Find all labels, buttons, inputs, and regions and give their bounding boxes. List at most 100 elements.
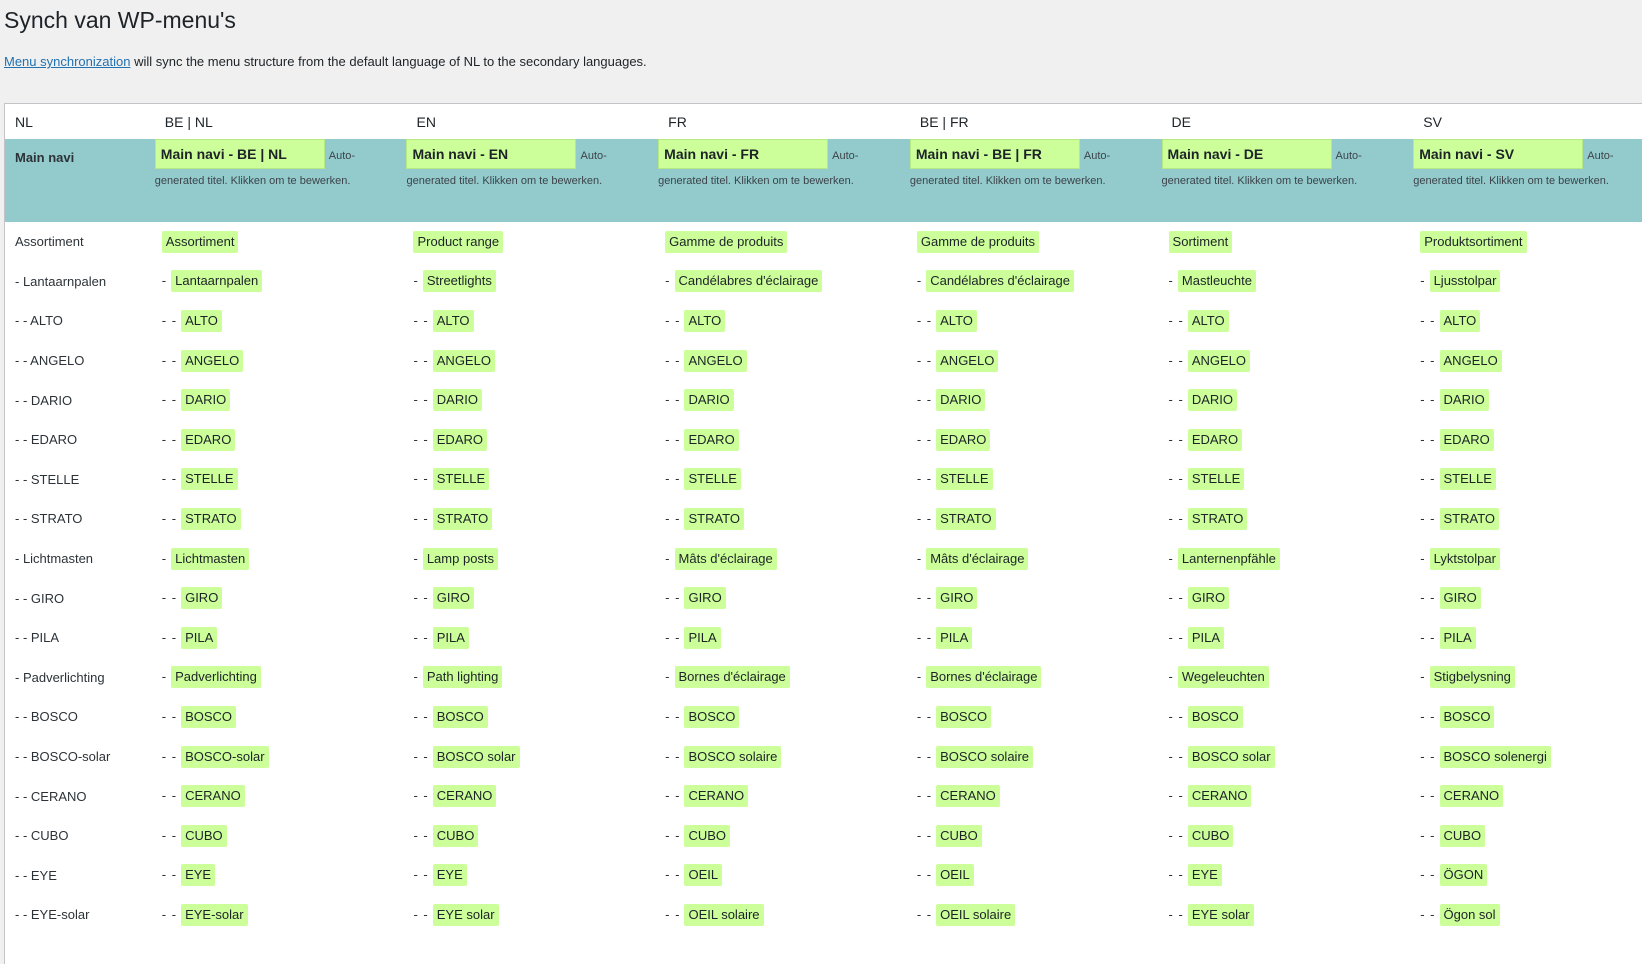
depth-prefix: - - [1420, 906, 1436, 922]
translated-menu-item-cell: - - BOSCO solaire [658, 737, 910, 777]
translated-menu-item: DARIO [1187, 389, 1237, 412]
translated-menu-item-cell: - - OEIL solaire [910, 895, 1162, 935]
translated-menu-item: OEIL [684, 864, 723, 887]
translated-menu-item-cell: - Padverlichting [155, 658, 407, 698]
column-header-0: NL [15, 113, 33, 130]
translated-menu-item-cell: - - GIRO [658, 578, 910, 618]
translated-menu-item: BOSCO solar [432, 745, 520, 768]
translated-menu-item: Candélabres d'éclairage [674, 270, 823, 293]
translated-menu-item: Padverlichting [171, 666, 261, 689]
translated-menu-item: STRATO [181, 507, 241, 530]
menu-name-cell: Main navi - EN Auto-generated titel. Klik… [406, 139, 659, 222]
depth-prefix: - - [1420, 867, 1436, 883]
translated-menu-item-cell: - - ANGELO [910, 341, 1162, 381]
translated-menu-item-cell: - Mâts d'éclairage [910, 539, 1162, 579]
menu-name-field[interactable]: Main navi - EN [406, 139, 577, 169]
menu-synchronization-link[interactable]: Menu synchronization [4, 54, 130, 69]
menu-name-field[interactable]: Main navi - DE [1161, 139, 1332, 169]
translated-menu-item-cell: - Bornes d'éclairage [658, 658, 910, 698]
depth-prefix: - - [1420, 827, 1436, 843]
translated-menu-item-cell: - - ÖGON [1413, 856, 1642, 896]
source-menu-item: - - DARIO [15, 392, 73, 408]
translated-menu-item-cell: - Lamp posts [406, 539, 658, 579]
menu-name-field[interactable]: Main navi - SV [1413, 139, 1584, 169]
depth-prefix: - - [413, 590, 429, 606]
translated-menu-item-cell: - - DARIO [910, 380, 1162, 420]
source-menu-item: - Lichtmasten [15, 551, 94, 567]
table-row: - - EYE-solar - - EYE-solar - - EYE solar - -… [5, 895, 1642, 935]
translated-menu-item: OEIL solaire [936, 903, 1016, 926]
table-row: Assortiment Assortiment Product range Gamme… [5, 222, 1642, 262]
translated-menu-item: GIRO [936, 587, 978, 610]
translated-menu-item-cell: - - STELLE [1162, 460, 1414, 500]
translated-menu-item: PILA [684, 626, 721, 649]
auto-generated-note-continued: generated titel. Klikken om te bewerken. [154, 175, 351, 187]
translated-menu-item-cell: Product range [406, 222, 658, 262]
translated-menu-item-cell: - - ALTO [910, 301, 1162, 341]
translated-menu-item: EDARO [181, 428, 236, 451]
translated-menu-item-cell: Assortiment [155, 222, 407, 262]
translated-menu-item-cell: - - STRATO [910, 499, 1162, 539]
translated-menu-item: ÖGON [1439, 864, 1488, 887]
depth-prefix: - - [1168, 867, 1184, 883]
translated-menu-item: CUBO [432, 824, 479, 847]
depth-prefix: - - [413, 471, 429, 487]
menu-name-field[interactable]: Main navi - BE | NL [154, 139, 325, 169]
page-title: Synch van WP-menu's [4, 7, 236, 33]
depth-prefix: - [916, 273, 923, 289]
translated-menu-item: EYE [432, 864, 467, 887]
translated-menu-item-cell: - - GIRO [910, 578, 1162, 618]
translated-menu-item-cell: - Wegeleuchten [1162, 658, 1414, 698]
depth-prefix: - - [413, 788, 429, 804]
depth-prefix: - - [916, 471, 933, 487]
menu-name-field[interactable]: Main navi - FR [658, 139, 829, 169]
translated-menu-item-cell: - - PILA [1162, 618, 1414, 658]
translated-menu-item: ALTO [432, 309, 474, 332]
depth-prefix: - - [413, 312, 429, 328]
depth-prefix: - - [161, 708, 178, 724]
auto-generated-note: Auto- [1335, 150, 1362, 162]
translated-menu-item-cell: - - EDARO [910, 420, 1162, 460]
intro-text: Menu synchronization will sync the menu … [4, 53, 647, 71]
depth-prefix: - - [1168, 590, 1184, 606]
source-menu-item: - - EYE-solar [15, 907, 90, 923]
depth-prefix: - - [413, 748, 429, 764]
translated-menu-item: Sortiment [1168, 230, 1233, 253]
depth-prefix: - - [1168, 510, 1184, 526]
table-row: - - STRATO - - STRATO - - STRATO - - STRATO - -… [5, 499, 1642, 539]
translated-menu-item-cell: - Candélabres d'éclairage [658, 262, 910, 302]
translated-menu-item-cell: - - EDARO [658, 420, 910, 460]
intro-description: will sync the menu structure from the de… [130, 54, 647, 69]
translated-menu-item-cell: - - ANGELO [1162, 341, 1414, 381]
source-menu-item: - - PILA [15, 630, 60, 646]
translated-menu-item: DARIO [1439, 389, 1489, 412]
depth-prefix: - - [916, 590, 933, 606]
depth-prefix: - - [1420, 510, 1436, 526]
column-header-5: DE [1171, 113, 1191, 130]
translated-menu-item: CUBO [936, 824, 982, 847]
translated-menu-item: Produktsortiment [1420, 230, 1527, 253]
translated-menu-item-cell: - Mastleuchte [1162, 262, 1414, 302]
translated-menu-item-cell: - - CERANO [910, 776, 1162, 816]
table-row: - - PILA - - PILA - - PILA - - PILA - - PILA - -P… [5, 618, 1642, 658]
translated-menu-item-cell: - - GIRO [155, 578, 407, 618]
translated-menu-item-cell: - - STELLE [406, 460, 658, 500]
menu-name-field[interactable]: Main navi - BE | FR [909, 139, 1080, 169]
depth-prefix: - [413, 273, 419, 289]
depth-prefix: - - [1420, 708, 1436, 724]
table-row: - - ANGELO - - ANGELO - - ANGELO - - ANGELO - -… [5, 341, 1642, 381]
translated-menu-item: EDARO [936, 428, 991, 451]
source-menu-item: - - ANGELO [15, 353, 85, 369]
depth-prefix: - - [413, 431, 429, 447]
table-row: - - BOSCO - - BOSCO - - BOSCO - - BOSCO - - BOSC… [5, 697, 1642, 737]
translated-menu-item-cell: - - ANGELO [155, 341, 407, 381]
translated-menu-item-cell: - - EYE solar [406, 895, 658, 935]
translated-menu-item-cell: - - CERANO [658, 776, 910, 816]
translated-menu-item-cell: Sortiment [1162, 222, 1414, 262]
translated-menu-item-cell: - - EYE solar [1162, 895, 1414, 935]
depth-prefix: - - [1168, 471, 1184, 487]
translated-menu-item-cell: - Mâts d'éclairage [658, 539, 910, 579]
translated-menu-item: Lantaarnpalen [171, 270, 263, 293]
translated-menu-item: STELLE [684, 468, 741, 491]
source-menu-item: - - EDARO [15, 432, 78, 448]
